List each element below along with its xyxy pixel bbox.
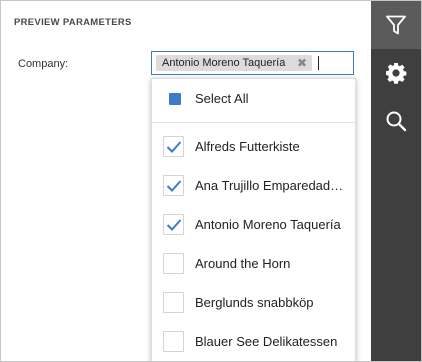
- list-item[interactable]: Antonio Moreno Taquería: [152, 207, 355, 243]
- list-item-label: Ana Trujillo Emparedados y helados: [195, 178, 345, 193]
- checkbox-unchecked[interactable]: [163, 292, 184, 313]
- company-dropdown-list: Select All Alfreds Futterkiste Ana Trujil…: [151, 78, 356, 361]
- checkmark-icon: [166, 180, 182, 192]
- sidebar: [371, 1, 421, 361]
- text-caret: [318, 56, 319, 70]
- list-item-label: Around the Horn: [195, 256, 291, 271]
- panel-title: PREVIEW PARAMETERS: [14, 17, 132, 28]
- gear-icon: [386, 63, 407, 84]
- settings-button[interactable]: [371, 49, 421, 97]
- search-icon: [386, 111, 407, 132]
- selected-tag: Antonio Moreno Taquería ✖: [156, 55, 312, 71]
- checkbox-unchecked[interactable]: [163, 331, 184, 352]
- company-tag-editor[interactable]: Antonio Moreno Taquería ✖: [151, 51, 354, 75]
- filter-icon: [386, 15, 406, 35]
- checkmark-icon: [166, 219, 182, 231]
- parameters-panel: PREVIEW PARAMETERS Company: Antonio More…: [1, 1, 371, 361]
- list-item[interactable]: Around the Horn: [152, 246, 355, 282]
- select-all-label: Select All: [195, 91, 249, 106]
- checkbox-checked[interactable]: [163, 136, 184, 157]
- preview-parameters-window: PREVIEW PARAMETERS Company: Antonio More…: [0, 0, 422, 362]
- selected-tag-label: Antonio Moreno Taquería: [162, 57, 286, 69]
- list-item-label: Alfreds Futterkiste: [195, 139, 300, 154]
- tag-remove-icon[interactable]: ✖: [296, 55, 308, 71]
- checkmark-icon: [166, 141, 182, 153]
- filter-button[interactable]: [371, 1, 421, 49]
- list-item[interactable]: Blauer See Delikatessen: [152, 324, 355, 360]
- list-item[interactable]: Alfreds Futterkiste: [152, 129, 355, 165]
- checkbox-checked[interactable]: [163, 214, 184, 235]
- list-item-label: Berglunds snabbköp: [195, 295, 314, 310]
- select-all-option[interactable]: Select All: [152, 79, 355, 119]
- list-item[interactable]: Ana Trujillo Emparedados y helados: [152, 168, 355, 204]
- list-item[interactable]: Berglunds snabbköp: [152, 285, 355, 321]
- dropdown-divider: [152, 122, 355, 123]
- select-all-indeterminate-icon: [169, 93, 181, 105]
- list-item-label: Antonio Moreno Taquería: [195, 217, 341, 232]
- search-button[interactable]: [371, 97, 421, 145]
- list-item-label: Blauer See Delikatessen: [195, 334, 338, 349]
- company-parameter-label: Company:: [18, 58, 69, 70]
- checkbox-checked[interactable]: [163, 175, 184, 196]
- checkbox-unchecked[interactable]: [163, 253, 184, 274]
